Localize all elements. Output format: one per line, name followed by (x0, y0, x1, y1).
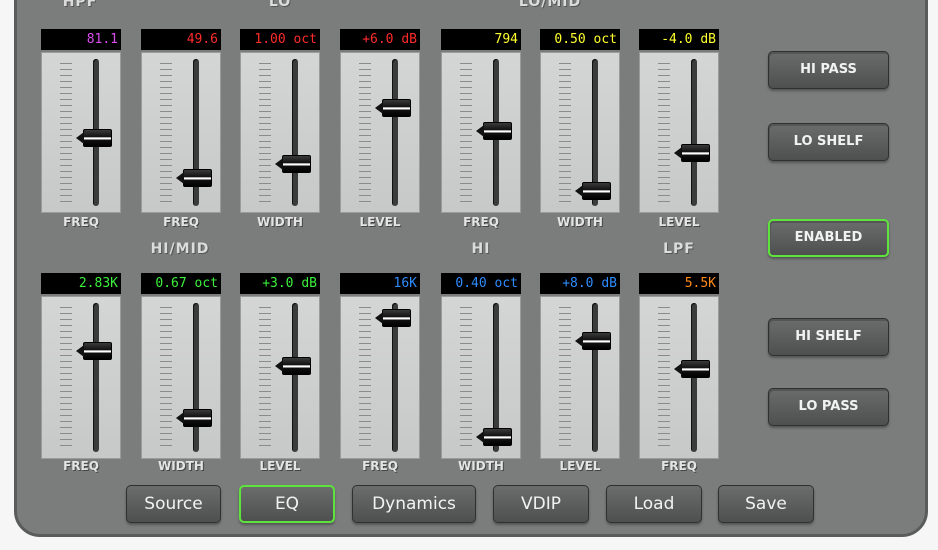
fader-scale (60, 63, 72, 202)
lo-pass-button[interactable]: LO PASS (768, 388, 889, 426)
readout-hi-width: 0.40 oct (441, 273, 521, 294)
fader-scale (160, 63, 172, 202)
group-label-hi: HI (471, 241, 491, 257)
eq-button[interactable]: EQ (239, 485, 335, 523)
param-label-hi-width: WIDTH (458, 459, 504, 473)
readout-hpf-freq: 81.1 (41, 29, 121, 50)
readout-himid-width: 0.67 oct (141, 273, 221, 294)
fader-knob[interactable] (375, 98, 411, 117)
hi-shelf-button[interactable]: HI SHELF (768, 318, 889, 356)
param-label-himid-level: LEVEL (259, 459, 301, 473)
readout-lomid-width: 0.50 oct (540, 29, 620, 50)
fader-knob[interactable] (275, 357, 311, 376)
fader-hi-width[interactable] (441, 296, 521, 459)
fader-scale (460, 307, 472, 448)
fader-himid-width[interactable] (141, 296, 221, 459)
readout-lo-freq: 49.6 (141, 29, 221, 50)
group-label-lpf: LPF (663, 241, 695, 257)
param-label-lomid-freq: FREQ (463, 215, 499, 229)
dynamics-button[interactable]: Dynamics (352, 485, 476, 523)
param-label-lomid-width: WIDTH (557, 215, 603, 229)
fader-scale (658, 307, 670, 448)
fader-track (292, 59, 298, 206)
fader-knob[interactable] (575, 182, 611, 201)
fader-knob[interactable] (375, 308, 411, 327)
param-label-hi-level: LEVEL (559, 459, 601, 473)
param-label-himid-width: WIDTH (158, 459, 204, 473)
fader-scale (559, 307, 571, 448)
param-label-hi-freq: FREQ (362, 459, 398, 473)
fader-hi-freq[interactable] (340, 296, 420, 459)
readout-lomid-level: -4.0 dB (639, 29, 719, 50)
save-button[interactable]: Save (718, 485, 814, 523)
fader-scale (60, 307, 72, 448)
fader-lomid-freq[interactable] (441, 52, 521, 213)
readout-lo-width: 1.00 oct (240, 29, 320, 50)
fader-knob[interactable] (76, 341, 112, 360)
fader-scale (359, 63, 371, 202)
fader-lo-width[interactable] (240, 52, 320, 213)
fader-track (292, 303, 298, 452)
fader-himid-level[interactable] (240, 296, 320, 459)
readout-hi-freq: 16K (340, 273, 420, 294)
hi-pass-button[interactable]: HI PASS (768, 51, 889, 89)
fader-knob[interactable] (476, 428, 512, 447)
fader-lpf-freq[interactable] (639, 296, 719, 459)
fader-scale (460, 63, 472, 202)
param-label-lomid-level: LEVEL (658, 215, 700, 229)
readout-lomid-freq: 794 (441, 29, 521, 50)
fader-knob[interactable] (476, 122, 512, 141)
fader-track (193, 303, 199, 452)
fader-hpf-freq[interactable] (41, 52, 121, 213)
fader-scale (359, 307, 371, 448)
param-label-lo-freq: FREQ (163, 215, 199, 229)
source-button[interactable]: Source (126, 485, 221, 523)
readout-himid-level: +3.0 dB (240, 273, 320, 294)
fader-knob[interactable] (275, 154, 311, 173)
fader-scale (259, 63, 271, 202)
param-label-lo-level: LEVEL (359, 215, 401, 229)
param-label-lo-width: WIDTH (257, 215, 303, 229)
readout-lpf-freq: 5.5K (639, 273, 719, 294)
param-label-lpf-freq: FREQ (661, 459, 697, 473)
fader-knob[interactable] (674, 143, 710, 162)
enabled-button[interactable]: ENABLED (768, 219, 889, 257)
readout-hi-level: +8.0 dB (540, 273, 620, 294)
fader-lomid-level[interactable] (639, 52, 719, 213)
fader-knob[interactable] (575, 331, 611, 350)
readout-lo-level: +6.0 dB (340, 29, 420, 50)
fader-lomid-width[interactable] (540, 52, 620, 213)
fader-knob[interactable] (176, 409, 212, 428)
fader-himid-freq[interactable] (41, 296, 121, 459)
group-label-hpf: HPF (62, 0, 98, 10)
fader-scale (559, 63, 571, 202)
fader-hi-level[interactable] (540, 296, 620, 459)
fader-lo-freq[interactable] (141, 52, 221, 213)
param-label-hpf-freq: FREQ (63, 215, 99, 229)
readout-himid-freq: 2.83K (41, 273, 121, 294)
group-label-hi-mid: HI/MID (150, 241, 210, 257)
vdip-button[interactable]: VDIP (493, 485, 589, 523)
group-label-lo-mid: LO/MID (518, 0, 582, 10)
load-button[interactable]: Load (606, 485, 702, 523)
fader-knob[interactable] (674, 359, 710, 378)
fader-scale (259, 307, 271, 448)
fader-knob[interactable] (176, 168, 212, 187)
fader-track (592, 303, 598, 452)
fader-lo-level[interactable] (340, 52, 420, 213)
param-label-himid-freq: FREQ (63, 459, 99, 473)
fader-track (93, 303, 99, 452)
fader-track (691, 59, 697, 206)
fader-scale (658, 63, 670, 202)
fader-scale (160, 307, 172, 448)
group-label-lo: LO (268, 0, 292, 10)
fader-knob[interactable] (76, 128, 112, 147)
fader-track (392, 59, 398, 206)
lo-shelf-button[interactable]: LO SHELF (768, 123, 889, 161)
